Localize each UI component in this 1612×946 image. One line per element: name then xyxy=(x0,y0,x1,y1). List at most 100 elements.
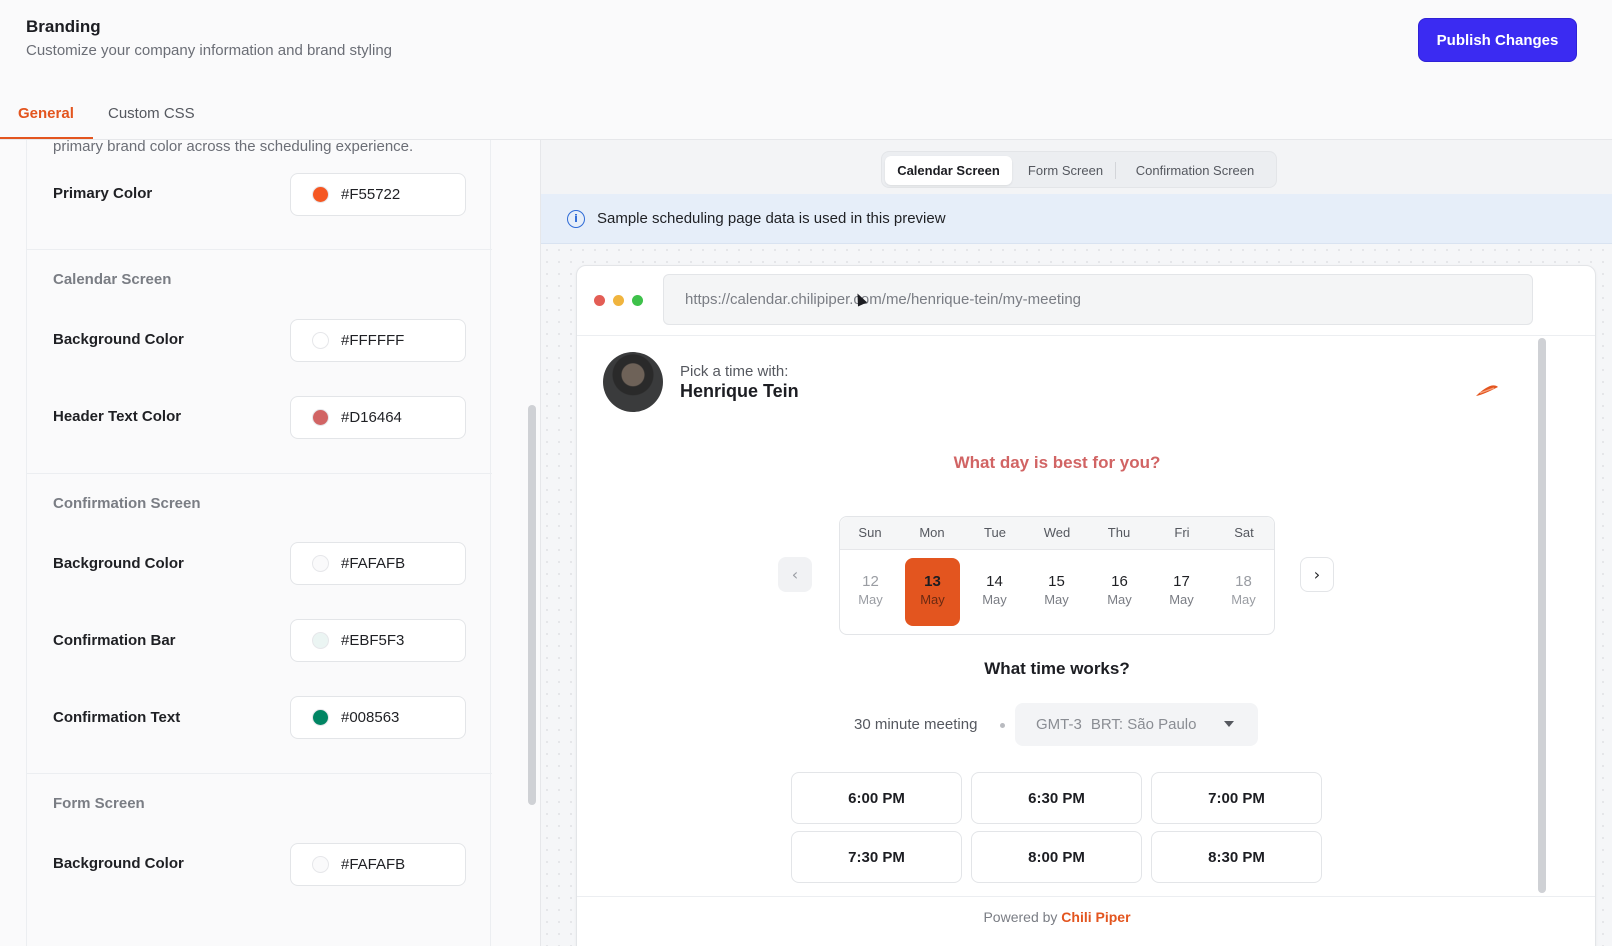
host-name: Henrique Tein xyxy=(680,381,799,401)
active-tab-indicator xyxy=(0,137,93,139)
timezone-select[interactable]: GMT-3 BRT: São Paulo xyxy=(1015,703,1258,746)
tab-custom-css[interactable]: Custom CSS xyxy=(108,105,195,122)
day-number: 13 xyxy=(924,573,941,590)
weekday-label: Sun xyxy=(858,525,882,540)
day-month: May xyxy=(1231,592,1256,607)
color-hex-value: #EBF5F3 xyxy=(341,632,405,649)
weekday-label: Mon xyxy=(919,525,945,540)
publish-changes-button[interactable]: Publish Changes xyxy=(1418,18,1577,62)
tab-form-screen[interactable]: Form Screen xyxy=(1015,156,1116,185)
window-minimize-dot xyxy=(613,295,624,306)
weekday-label: Thu xyxy=(1107,525,1131,540)
caret-down-icon xyxy=(1224,721,1234,727)
day-month: May xyxy=(1044,592,1069,607)
settings-tabs: General Custom CSS xyxy=(0,96,1612,140)
preview-screen-switcher: Calendar Screen Form Screen Confirmation… xyxy=(881,151,1277,188)
page-subtitle: Customize your company information and b… xyxy=(26,42,393,59)
separator-dot xyxy=(1000,723,1005,728)
window-close-dot xyxy=(594,295,605,306)
window-maximize-dot xyxy=(632,295,643,306)
tab-confirmation-screen[interactable]: Confirmation Screen xyxy=(1118,156,1272,185)
chevron-left-icon: ‹ xyxy=(791,565,799,584)
color-swatch[interactable] xyxy=(312,186,329,203)
section-description: primary brand color across the schedulin… xyxy=(53,140,414,155)
form-screen-section-title: Form Screen xyxy=(53,795,145,812)
calendar-background-color-field[interactable]: #FFFFFF xyxy=(290,319,466,362)
color-swatch[interactable] xyxy=(312,555,329,572)
color-swatch[interactable] xyxy=(312,856,329,873)
confirmation-screen-section-title: Confirmation Screen xyxy=(53,495,201,512)
color-hex-value: #D16464 xyxy=(341,409,402,426)
branding-settings-panel: primary brand color across the schedulin… xyxy=(0,140,540,946)
time-slot-button[interactable]: 6:30 PM xyxy=(971,772,1142,824)
time-slot-button[interactable]: 7:00 PM xyxy=(1151,772,1322,824)
tab-calendar-screen[interactable]: Calendar Screen xyxy=(885,156,1012,185)
weekday-label: Fri xyxy=(1174,525,1190,540)
color-hex-value: #008563 xyxy=(341,709,400,726)
color-swatch[interactable] xyxy=(312,332,329,349)
confirmation-background-color-field[interactable]: #FAFAFB xyxy=(290,542,466,585)
header-text-color-field[interactable]: #D16464 xyxy=(290,396,466,439)
day-month: May xyxy=(982,592,1007,607)
color-hex-value: #F55722 xyxy=(341,186,401,203)
pick-time-label: Pick a time with: xyxy=(680,363,789,380)
time-slot-button[interactable]: 6:00 PM xyxy=(791,772,962,824)
powered-by-brand-link[interactable]: Chili Piper xyxy=(1061,909,1130,925)
divider xyxy=(27,473,492,474)
day-number: 15 xyxy=(1048,573,1065,590)
day-number: 12 xyxy=(862,573,879,590)
time-slot-button[interactable]: 8:30 PM xyxy=(1151,831,1322,883)
chevron-right-icon: › xyxy=(1313,565,1321,584)
day-cell[interactable]: 17 May xyxy=(1154,558,1209,626)
day-month: May xyxy=(858,592,883,607)
chili-pepper-logo-icon xyxy=(1476,385,1498,396)
day-cell-selected[interactable]: 13 May xyxy=(905,558,960,626)
settings-scrollbar[interactable] xyxy=(528,405,536,805)
settings-card: primary brand color across the schedulin… xyxy=(26,140,492,946)
time-question: What time works? xyxy=(984,659,1130,678)
form-background-color-field[interactable]: #FAFAFB xyxy=(290,843,466,886)
calendar-background-color-label: Background Color xyxy=(53,331,184,348)
date-picker: Sun Mon Tue Wed Thu Fri Sat 12 May 13 Ma… xyxy=(839,516,1275,635)
color-hex-value: #FAFAFB xyxy=(341,555,406,572)
day-number: 17 xyxy=(1173,573,1190,590)
color-swatch[interactable] xyxy=(312,709,329,726)
day-cell[interactable]: 16 May xyxy=(1092,558,1147,626)
preview-scrollbar[interactable] xyxy=(1538,338,1546,893)
day-number: 18 xyxy=(1235,573,1252,590)
day-cell[interactable]: 15 May xyxy=(1029,558,1084,626)
next-week-button[interactable]: › xyxy=(1300,557,1334,592)
color-swatch[interactable] xyxy=(312,409,329,426)
color-swatch[interactable] xyxy=(312,632,329,649)
confirmation-bar-field[interactable]: #EBF5F3 xyxy=(290,619,466,662)
day-month: May xyxy=(920,592,945,607)
timezone-name: BRT: São Paulo xyxy=(1090,716,1197,733)
preview-panel: Calendar Screen Form Screen Confirmation… xyxy=(540,140,1612,946)
divider xyxy=(27,249,492,250)
day-cell: 12 May xyxy=(843,558,898,626)
previous-week-button[interactable]: ‹ xyxy=(778,557,812,592)
confirmation-bar-label: Confirmation Bar xyxy=(53,632,176,649)
url-bar[interactable]: https://calendar.chilipiper.com/me/henri… xyxy=(663,274,1533,325)
weekday-label: Wed xyxy=(1043,525,1071,540)
time-slot-button[interactable]: 8:00 PM xyxy=(971,831,1142,883)
meeting-duration: 30 minute meeting xyxy=(854,716,978,733)
tab-general[interactable]: General xyxy=(18,105,74,122)
powered-by-prefix: Powered by xyxy=(983,909,1058,925)
powered-by: Powered by Chili Piper xyxy=(577,909,1537,925)
browser-mockup: https://calendar.chilipiper.com/me/henri… xyxy=(576,265,1596,946)
confirmation-text-field[interactable]: #008563 xyxy=(290,696,466,739)
browser-chrome: https://calendar.chilipiper.com/me/henri… xyxy=(577,266,1595,336)
page-header: Branding Customize your company informat… xyxy=(0,0,1612,90)
preview-info-banner: i Sample scheduling page data is used in… xyxy=(541,194,1612,244)
info-icon: i xyxy=(567,209,585,228)
tab-separator xyxy=(1115,162,1116,179)
color-hex-value: #FFFFFF xyxy=(341,332,405,349)
info-text: Sample scheduling page data is used in t… xyxy=(597,210,946,227)
footer-divider xyxy=(577,896,1595,897)
time-slot-button[interactable]: 7:30 PM xyxy=(791,831,962,883)
primary-color-field[interactable]: #F55722 xyxy=(290,173,466,216)
day-question: What day is best for you? xyxy=(953,453,1161,472)
color-hex-value: #FAFAFB xyxy=(341,856,406,873)
day-cell[interactable]: 14 May xyxy=(967,558,1022,626)
